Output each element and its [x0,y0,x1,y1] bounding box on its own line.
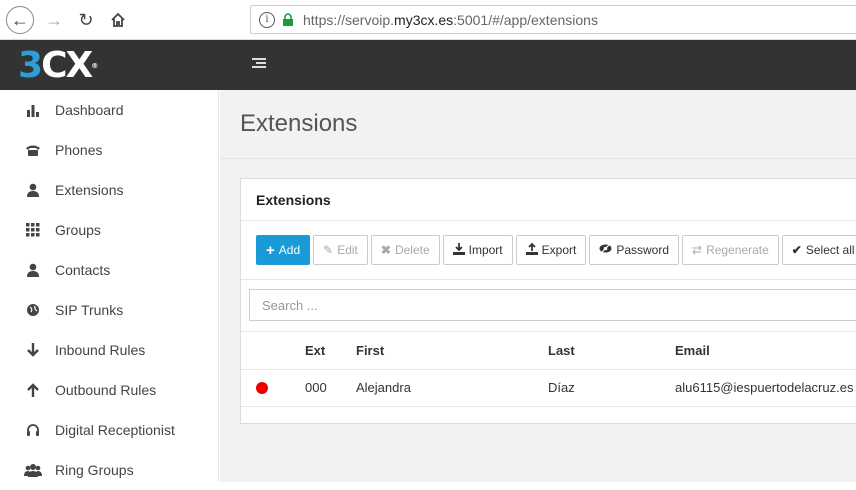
sidebar-item-label: SIP Trunks [55,302,124,318]
logo[interactable]: 3CX® [18,48,98,84]
plus-icon: + [266,241,275,259]
column-header-ext[interactable]: Ext [305,343,325,358]
times-icon: ✖ [380,243,391,257]
main-content: Extensions Extensions + Add ✎ Edit ✖ Delete… [220,90,856,482]
grid-icon [22,222,44,238]
panel-title: Extensions [241,179,856,221]
lock-icon [283,12,293,26]
check-icon: ✔ [791,243,802,257]
sidebar-item-label: Ring Groups [55,462,134,478]
user-icon [22,182,44,198]
sidebar-item-label: Groups [55,222,101,238]
cell-first: Alejandra [356,380,411,395]
arrow-up-icon [22,382,44,398]
forward-arrow-icon[interactable]: → [40,6,68,34]
sidebar-item-extensions[interactable]: Extensions [0,170,218,210]
sidebar-item-label: Contacts [55,262,111,278]
sidebar-item-digital-receptionist[interactable]: Digital Receptionist [0,410,218,450]
select-all-button[interactable]: ✔ Select all [781,235,856,265]
globe-icon [22,302,44,318]
app-header [0,40,856,90]
upload-icon [525,242,538,258]
sidebar-item-sip-trunks[interactable]: SIP Trunks [0,290,218,330]
sidebar-item-label: Inbound Rules [55,342,146,358]
bar-chart-icon [22,102,44,118]
toolbar: + Add ✎ Edit ✖ Delete Import Export Passwor… [256,235,856,265]
pencil-icon: ✎ [323,243,334,257]
back-arrow-icon[interactable]: ← [6,6,34,34]
toolbar-divider [241,279,856,280]
sidebar-item-contacts[interactable]: Contacts [0,250,218,290]
menu-toggle-icon[interactable] [252,58,266,70]
column-header-email[interactable]: Email [675,343,710,358]
edit-button[interactable]: ✎ Edit [313,235,368,265]
user-icon [22,262,44,278]
download-icon [452,242,465,258]
table-header: Ext First Last Email [241,332,856,370]
sidebar-item-label: Phones [55,142,103,158]
info-icon[interactable]: i [259,11,275,28]
title-divider [220,158,856,159]
extensions-panel: Extensions + Add ✎ Edit ✖ Delete Import Exp… [240,178,856,424]
address-bar[interactable]: i https://servoip.my3cx.es:5001/#/app/ex… [250,5,856,34]
home-icon[interactable] [104,6,132,34]
sidebar-item-dashboard[interactable]: Dashboard [0,90,218,130]
sidebar-item-outbound-rules[interactable]: Outbound Rules [0,370,218,410]
import-button[interactable]: Import [442,235,513,265]
arrow-down-icon [22,342,44,358]
sidebar: Dashboard Phones Extensions Groups Conta… [0,90,219,482]
users-icon [22,462,44,478]
sidebar-item-label: Dashboard [55,102,124,118]
add-button[interactable]: + Add [256,235,311,265]
cell-last: Díaz [548,380,575,395]
sidebar-item-groups[interactable]: Groups [0,210,218,250]
page-title: Extensions [240,110,358,137]
export-button[interactable]: Export [515,235,587,265]
sidebar-item-ring-groups[interactable]: Ring Groups [0,450,218,490]
reload-icon[interactable]: ↻ [72,6,100,34]
eye-slash-icon [599,243,612,257]
delete-button[interactable]: ✖ Delete [370,235,440,265]
sidebar-item-phones[interactable]: Phones [0,130,218,170]
url-text: https://servoip.my3cx.es:5001/#/app/exte… [303,11,598,28]
column-header-first[interactable]: First [356,343,384,358]
cell-ext: 000 [305,380,327,395]
cell-email: alu6115@iespuertodelacruz.es [675,380,854,395]
retweet-icon: ⇄ [692,243,703,257]
table-row[interactable]: 000 Alejandra Díaz alu6115@iespuertodela… [241,370,856,407]
column-header-last[interactable]: Last [548,343,575,358]
sidebar-item-inbound-rules[interactable]: Inbound Rules [0,330,218,370]
search-input[interactable]: Search ... [249,289,856,321]
password-button[interactable]: Password [589,235,680,265]
status-indicator [256,382,268,394]
sidebar-item-label: Extensions [55,182,124,198]
phone-icon [22,142,44,158]
headset-icon [22,422,44,438]
sidebar-item-label: Outbound Rules [55,382,157,398]
browser-toolbar: ← → ↻ i https://servoip.my3cx.es:5001/#/… [0,0,856,40]
regenerate-button[interactable]: ⇄ Regenerate [682,235,779,265]
sidebar-item-label: Digital Receptionist [55,422,175,438]
